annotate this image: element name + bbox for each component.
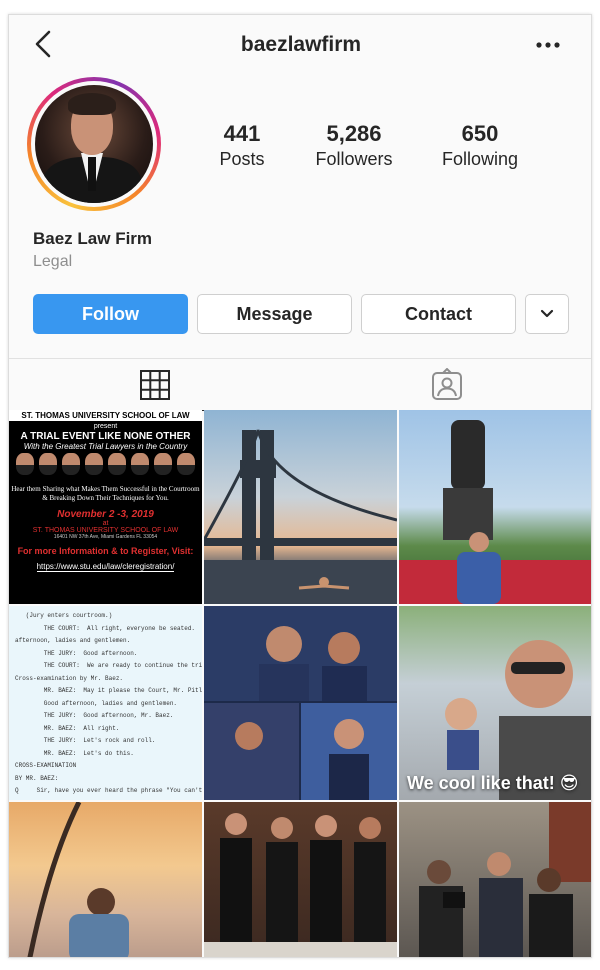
- profile-username: baezlawfirm: [240, 33, 362, 56]
- post-caption-overlay: We cool like that! 😎: [407, 773, 579, 793]
- posts-count[interactable]: 441 Posts: [187, 121, 297, 170]
- bridge-illustration: [204, 429, 397, 604]
- top-bar: baezlawfirm: [9, 15, 591, 73]
- following-count[interactable]: 650 Following: [425, 121, 535, 170]
- post-bridge-photo[interactable]: [204, 410, 397, 604]
- flyer-presents: present: [93, 423, 118, 430]
- grid-icon: [140, 369, 170, 400]
- followers-count[interactable]: 5,286 Followers: [299, 121, 409, 170]
- flyer-headline: A TRIAL EVENT LIKE NONE OTHER: [20, 431, 191, 442]
- post-convertible-photo[interactable]: We cool like that! 😎: [399, 606, 591, 800]
- flyer-speakers: [9, 451, 202, 477]
- flyer-url: https://www.stu.edu/law/cleregistration/: [36, 562, 175, 572]
- avatar-story-ring[interactable]: [27, 77, 161, 211]
- post-transcript[interactable]: (Jury enters courtroom.) THE COURT: All …: [9, 606, 202, 800]
- tab-grid[interactable]: [9, 359, 301, 411]
- avatar: [35, 85, 153, 203]
- profile-screen: baezlawfirm 441 Posts 5,286 Followers 65…: [8, 14, 592, 958]
- profile-name: Baez Law Firm: [33, 229, 153, 248]
- profile-stats: 441 Posts 5,286 Followers 650 Following: [195, 121, 585, 181]
- flyer-address: 16401 NW 37th Ave, Miami Gardens FL 3305…: [53, 534, 158, 540]
- stat-label: Posts: [219, 149, 265, 169]
- flyer-at: at: [102, 520, 109, 527]
- flyer-venue: ST. THOMAS UNIVERSITY SCHOOL OF LAW: [32, 527, 179, 534]
- tagged-icon: [432, 368, 462, 400]
- statue-illustration: [399, 420, 591, 604]
- profile-tabs: [9, 358, 591, 411]
- post-tuxedo-group-photo[interactable]: [204, 802, 397, 957]
- sunset-illustration: [27, 802, 129, 957]
- stat-value: 441: [223, 121, 261, 146]
- tuxedo-illustration: [204, 813, 397, 957]
- post-sunset-photo[interactable]: [9, 802, 202, 957]
- post-statue-photo[interactable]: [399, 410, 591, 604]
- message-button[interactable]: Message: [197, 294, 352, 334]
- tab-tagged[interactable]: [301, 359, 591, 411]
- stat-label: Followers: [315, 149, 393, 169]
- flyer-subhead: With the Greatest Trial Lawyers in the C…: [23, 442, 188, 451]
- post-courtroom-collage[interactable]: [204, 606, 397, 800]
- suggestions-dropdown-button[interactable]: [525, 294, 569, 334]
- more-options-icon[interactable]: [533, 35, 563, 55]
- flyer-register: For more Information & to Register, Visi…: [17, 546, 194, 556]
- stat-value: 5,286: [326, 121, 382, 146]
- stat-label: Following: [441, 149, 519, 169]
- convertible-illustration: [445, 640, 591, 800]
- flyer-body: Hear them Sharing what Makes Them Succes…: [11, 485, 200, 502]
- stat-value: 650: [461, 121, 499, 146]
- contact-button[interactable]: Contact: [361, 294, 516, 334]
- flyer-school: ST. THOMAS UNIVERSITY SCHOOL OF LAW: [9, 410, 202, 421]
- post-press-crowd-photo[interactable]: [399, 802, 591, 957]
- collage-illustration: [204, 606, 397, 800]
- crowd-illustration: [419, 802, 591, 957]
- chevron-down-icon: [540, 309, 554, 318]
- flyer-date: November 2 -3, 2019: [57, 509, 154, 520]
- post-event-flyer[interactable]: ST. THOMAS UNIVERSITY SCHOOL OF LAW pres…: [9, 410, 202, 604]
- profile-category: Legal: [33, 253, 73, 270]
- follow-button[interactable]: Follow: [33, 294, 188, 334]
